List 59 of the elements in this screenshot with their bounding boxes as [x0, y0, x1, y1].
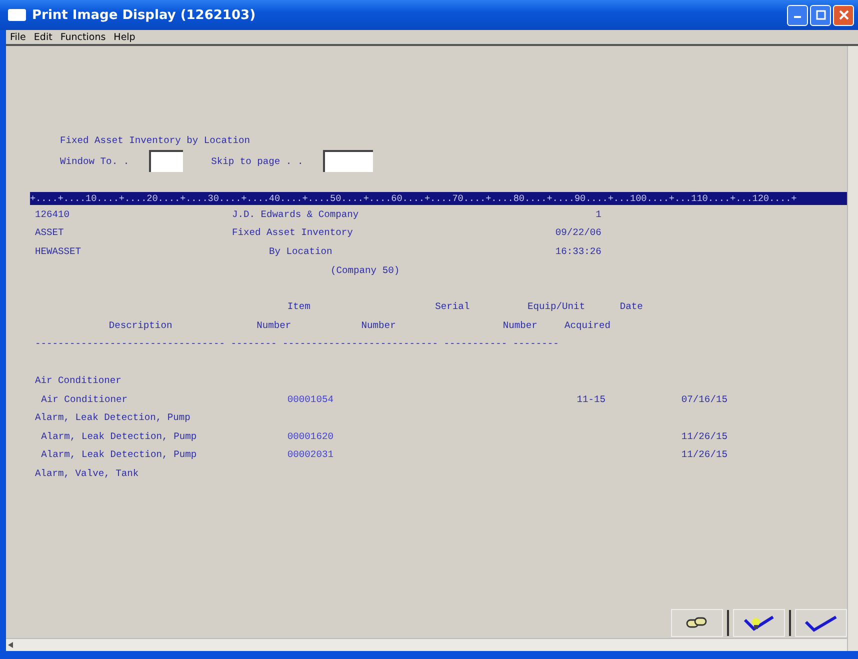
field-label: Skip to page . . [211, 156, 304, 166]
column-heading: Number [502, 320, 538, 331]
report-header-text: Fixed Asset Inventory [232, 227, 354, 238]
checkmark-icon [804, 614, 838, 632]
report-header-text: 16:33:26 [554, 246, 602, 257]
report-header-text: 09/22/06 [554, 227, 602, 238]
column-heading: Equip/Unit [528, 301, 586, 312]
item-number: 00001054 [287, 394, 334, 405]
column-heading: Number [361, 320, 397, 331]
group-heading: Alarm, Valve, Tank [35, 468, 140, 479]
maximize-button[interactable] [810, 4, 831, 26]
vertical-scrollbar[interactable] [847, 46, 858, 651]
report-header-text: By Location [268, 246, 334, 257]
column-heading: Item [287, 301, 312, 312]
menu-item[interactable]: File [10, 32, 26, 42]
column-heading: Description [108, 320, 174, 331]
close-button[interactable] [833, 4, 854, 26]
column-ruler: +....+....10....+....20....+....30....+....40....+....50....+....60....+....70....+....80....+....90....+...100....+...110....+...120....+ [30, 192, 847, 205]
report-header-text: 1 [594, 208, 602, 220]
item-number: 00002031 [287, 449, 334, 460]
date-acquired: 07/16/15 [681, 394, 728, 405]
asset-description: Alarm, Leak Detection, Pump [41, 449, 198, 460]
scroll-left-icon[interactable] [8, 642, 14, 648]
check-bulb-icon [743, 614, 775, 632]
toolbar-button[interactable] [733, 609, 785, 637]
horizontal-scrollbar[interactable] [6, 638, 847, 651]
minimize-button[interactable] [787, 4, 808, 26]
toolbar-button[interactable] [671, 609, 723, 637]
item-number: 00001620 [287, 430, 334, 442]
report-header-text: J.D. Edwards & Company [232, 208, 360, 220]
report-header-text: 126410 [35, 208, 71, 220]
column-heading: Date [620, 301, 644, 312]
group-heading: Air Conditioner [35, 374, 122, 386]
menu-item[interactable]: Edit [34, 32, 52, 42]
chain-link-icon [686, 617, 708, 629]
maximize-icon [816, 10, 826, 20]
column-heading: Acquired [564, 320, 612, 331]
report-header-text: HEWASSET [35, 246, 82, 257]
date-acquired: 11/26/15 [681, 430, 728, 442]
input-field[interactable] [323, 150, 374, 172]
report-header-text: ASSET [35, 227, 65, 238]
column-heading: Serial [435, 301, 471, 312]
asset-description: Alarm, Leak Detection, Pump [41, 430, 198, 442]
asset-description: Air Conditioner [41, 394, 129, 405]
field-label: Window To. . [60, 156, 130, 166]
equip-unit-number: 11-15 [576, 394, 607, 405]
group-heading: Alarm, Leak Detection, Pump [35, 412, 192, 424]
date-acquired: 11/26/15 [681, 449, 728, 460]
input-field[interactable] [149, 150, 184, 172]
menu-item[interactable]: Functions [60, 32, 106, 42]
toolbar-button[interactable] [795, 609, 847, 637]
report-subtitle: (Company 50) [330, 264, 401, 276]
column-heading: Number [256, 320, 292, 331]
close-icon [838, 10, 848, 20]
window-icon [8, 9, 26, 21]
window-title: Print Image Display (1262103) [32, 8, 257, 22]
menu-item[interactable]: Help [114, 32, 136, 42]
form-title: Fixed Asset Inventory by Location [60, 135, 251, 146]
separator-dashes: --------------------------------- -------- --------------------------- ----------- -------- [35, 338, 560, 350]
